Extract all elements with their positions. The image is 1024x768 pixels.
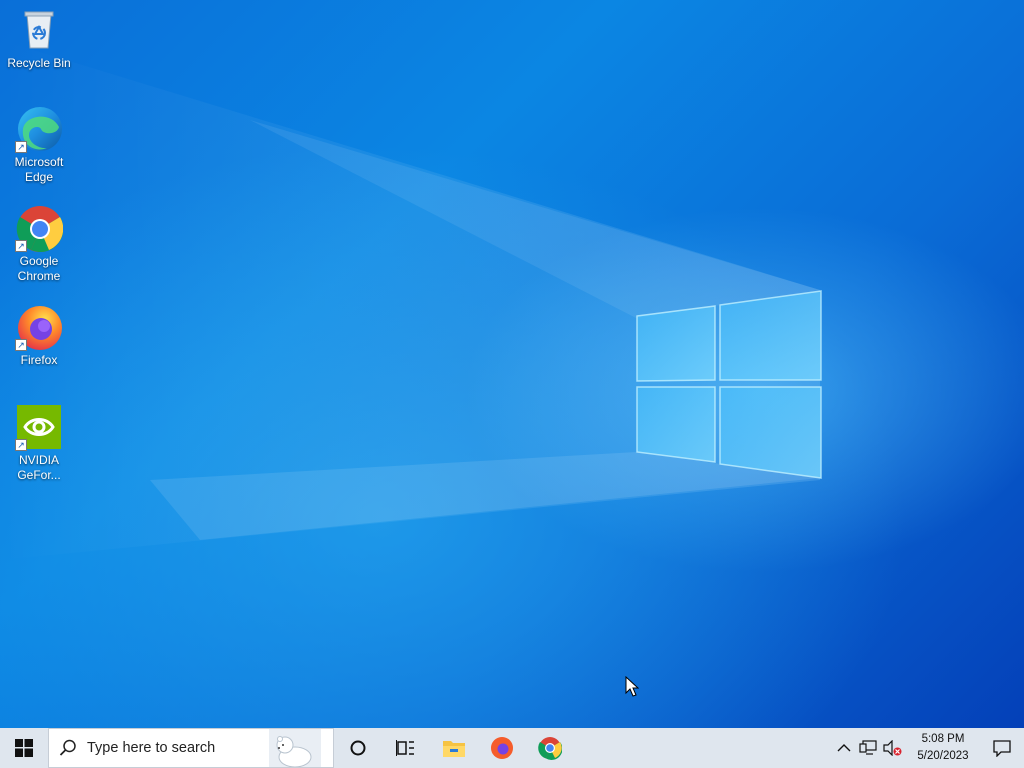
system-tray: 5:08 PM 5/20/2023 <box>832 728 1024 768</box>
search-placeholder: Type here to search <box>87 740 216 756</box>
nvidia-icon: ↗ <box>15 403 63 451</box>
start-button[interactable] <box>0 728 48 768</box>
chrome-icon <box>538 737 562 760</box>
volume-button[interactable] <box>880 728 904 768</box>
cortana-button[interactable] <box>334 728 382 768</box>
clock-date: 5/20/2023 <box>917 750 969 762</box>
action-center-button[interactable] <box>980 728 1024 768</box>
taskbar: Type here to search 5:08 PM 5/20/2023 <box>0 728 1024 768</box>
windows-wallpaper <box>0 40 822 560</box>
notification-icon <box>993 740 1011 757</box>
chevron-up-icon <box>837 744 851 752</box>
shortcut-arrow-icon: ↗ <box>15 439 27 451</box>
search-icon <box>49 739 87 757</box>
desktop-icon-recycle-bin[interactable]: Recycle Bin <box>4 6 74 71</box>
windows-start-icon <box>15 739 33 757</box>
desktop-icon-chrome[interactable]: ↗ Google Chrome <box>4 204 74 284</box>
desktop-icon-firefox[interactable]: ↗ Firefox <box>4 303 74 368</box>
taskbar-clock[interactable]: 5:08 PM 5/20/2023 <box>910 731 976 765</box>
shortcut-arrow-icon: ↗ <box>15 141 27 153</box>
clock-time: 5:08 PM <box>921 733 965 745</box>
firefox-taskbar-button[interactable] <box>478 728 526 768</box>
firefox-icon <box>491 737 513 759</box>
recycle-bin-icon <box>15 6 63 54</box>
cortana-icon <box>350 740 366 756</box>
desktop-icon-label: Firefox <box>20 353 58 367</box>
desktop-icon-label: Google Chrome <box>17 254 61 283</box>
desktop-icon-edge[interactable]: ↗ Microsoft Edge <box>4 105 74 185</box>
task-view-button[interactable] <box>382 728 430 768</box>
show-hidden-icons-button[interactable] <box>832 728 856 768</box>
mouse-cursor-icon <box>625 676 639 697</box>
edge-icon: ↗ <box>15 105 63 153</box>
taskbar-search-box[interactable]: Type here to search <box>48 728 334 768</box>
shortcut-arrow-icon: ↗ <box>15 240 27 252</box>
file-explorer-icon <box>443 741 465 757</box>
desktop[interactable]: Recycle Bin ↗ Microsoft Edge ↗ Google Ch… <box>0 0 1024 728</box>
network-icon <box>859 740 877 755</box>
chrome-taskbar-button[interactable] <box>526 728 574 768</box>
task-view-icon <box>396 740 414 756</box>
volume-muted-icon <box>883 740 902 756</box>
desktop-icon-label: NVIDIA GeFor... <box>17 453 61 482</box>
file-explorer-button[interactable] <box>430 728 478 768</box>
network-button[interactable] <box>856 728 880 768</box>
search-highlight-polar-bear-icon <box>269 729 321 767</box>
shortcut-arrow-icon: ↗ <box>15 339 27 351</box>
firefox-icon: ↗ <box>15 303 63 351</box>
desktop-icon-label: Recycle Bin <box>7 56 71 70</box>
desktop-icon-nvidia[interactable]: ↗ NVIDIA GeFor... <box>4 403 74 483</box>
desktop-icon-label: Microsoft Edge <box>14 155 64 184</box>
chrome-icon: ↗ <box>15 204 64 252</box>
